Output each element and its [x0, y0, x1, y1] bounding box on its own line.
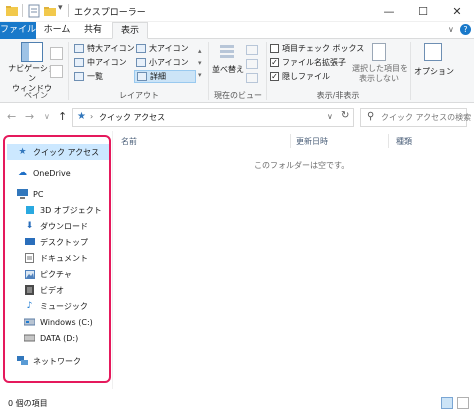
search-box[interactable]: ⚲ クイック アクセスの検索 — [360, 108, 471, 127]
file-extensions-toggle[interactable]: ✓ ファイル名拡張子 — [270, 57, 346, 68]
empty-folder-message: このフォルダーは空です。 — [254, 161, 350, 170]
navigation-pane-button[interactable]: ナビゲーション ウィンドウ — [8, 42, 56, 93]
item-count: 0 個の項目 — [8, 399, 48, 408]
details-view-icon[interactable] — [441, 397, 453, 409]
nav-pane-label-1: ナビゲーション — [8, 64, 56, 83]
group-by-icon[interactable] — [246, 45, 258, 55]
size-columns-icon[interactable] — [246, 73, 258, 83]
refresh-icon[interactable]: ↻ — [341, 110, 349, 121]
navigation-bar: ← → ∨ ↑ ★ › クイック アクセス ∨ ↻ ⚲ クイック アクセスの検索 — [0, 104, 474, 130]
layout-label: 詳細 — [150, 72, 166, 81]
list-icon — [74, 72, 84, 81]
layout-label: 一覧 — [87, 72, 103, 81]
sort-by-button[interactable]: 並べ替え — [212, 43, 244, 83]
search-icon: ⚲ — [367, 111, 375, 122]
status-bar: 0 個の項目 — [0, 395, 474, 411]
file-extensions-label: ファイル名拡張子 — [282, 58, 346, 67]
sort-icon — [218, 43, 236, 61]
layout-label: 中アイコン — [87, 58, 127, 67]
layout-large-icons[interactable]: 大アイコン — [136, 43, 189, 54]
tab-share[interactable]: 共有 — [78, 22, 108, 39]
divider — [22, 4, 23, 17]
title-bar: ▾ エクスプローラー — ☐ ✕ — [0, 0, 474, 22]
forward-arrow-icon[interactable]: → — [25, 110, 34, 123]
quick-access-toolbar-dropdown-icon[interactable]: ▾ — [58, 3, 63, 13]
options-button[interactable]: オプション — [414, 43, 454, 83]
window-title: エクスプローラー — [74, 8, 146, 18]
group-label-pane: ペイン — [24, 91, 48, 100]
search-placeholder: クイック アクセスの検索 — [381, 113, 472, 122]
sort-label: 並べ替え — [212, 65, 244, 74]
group-label-show-hide: 表示/非表示 — [316, 91, 360, 100]
breadcrumb-separator-icon: › — [90, 112, 94, 121]
address-text: クイック アクセス — [99, 113, 166, 122]
hidden-files-toggle[interactable]: ✓ 隠しファイル — [270, 71, 330, 82]
navigation-pane-highlight — [3, 135, 111, 383]
layout-label: 小アイコン — [149, 58, 189, 67]
file-extensions-checkbox[interactable]: ✓ — [270, 58, 279, 67]
layout-list[interactable]: 一覧 — [74, 71, 103, 82]
group-separator — [68, 42, 69, 100]
column-header-name[interactable]: 名前 — [121, 134, 137, 149]
up-arrow-icon[interactable]: ↑ — [58, 110, 67, 123]
medium-icons-icon — [74, 58, 84, 67]
minimize-button[interactable]: — — [372, 0, 406, 22]
layout-medium-icons[interactable]: 中アイコン — [74, 57, 127, 68]
options-icon — [424, 43, 442, 61]
layout-details[interactable]: 詳細 — [134, 70, 196, 83]
properties-icon[interactable] — [27, 4, 41, 18]
layout-label: 特大アイコン — [87, 44, 135, 53]
recent-locations-icon[interactable]: ∨ — [44, 112, 50, 121]
layout-scroll-icon[interactable]: ▴ ▾ ▾ — [198, 45, 202, 81]
hide-selected-icon — [372, 43, 386, 61]
group-separator — [410, 42, 411, 100]
column-divider — [388, 134, 389, 148]
layout-extra-large-icons[interactable]: 特大アイコン — [74, 43, 135, 54]
large-icons-icon — [136, 44, 146, 53]
ribbon: ナビゲーション ウィンドウ ペイン 特大アイコン 大アイコン 中アイコン 小アイ… — [0, 39, 474, 103]
group-label-layout: レイアウト — [119, 91, 159, 100]
address-bar[interactable]: ★ › クイック アクセス ∨ ↻ — [72, 108, 354, 127]
group-separator — [208, 42, 209, 100]
tab-view[interactable]: 表示 — [112, 22, 148, 39]
layout-gallery: 特大アイコン 大アイコン 中アイコン 小アイコン 一覧 詳細 ▴ ▾ ▾ — [74, 43, 204, 85]
column-header-type[interactable]: 種類 — [396, 134, 412, 149]
preview-pane-icon[interactable] — [50, 47, 63, 60]
item-checkboxes-checkbox[interactable] — [270, 44, 279, 53]
new-folder-icon[interactable] — [43, 4, 57, 18]
tab-file[interactable]: ファイル — [0, 22, 36, 39]
extra-large-icons-icon — [74, 44, 84, 53]
navigation-pane-icon — [21, 42, 43, 62]
pane-divider — [112, 131, 113, 389]
layout-small-icons[interactable]: 小アイコン — [136, 57, 189, 68]
details-pane-icon[interactable] — [50, 65, 63, 78]
tab-home[interactable]: ホーム — [40, 22, 74, 39]
add-columns-icon[interactable] — [246, 59, 258, 69]
hidden-files-checkbox[interactable]: ✓ — [270, 72, 279, 81]
hidden-files-label: 隠しファイル — [282, 72, 330, 81]
details-icon — [137, 72, 147, 81]
help-icon[interactable]: ? — [460, 24, 471, 35]
column-divider — [290, 134, 291, 148]
divider — [68, 4, 69, 17]
back-arrow-icon[interactable]: ← — [7, 110, 16, 123]
star-icon: ★ — [77, 111, 86, 122]
maximize-button[interactable]: ☐ — [406, 0, 440, 22]
item-checkboxes-toggle[interactable]: 項目チェック ボックス — [270, 43, 364, 54]
ribbon-tabs: ファイル ホーム 共有 表示 ∨ ? — [0, 22, 474, 39]
address-dropdown-icon[interactable]: ∨ — [327, 112, 333, 121]
options-label: オプション — [414, 67, 454, 76]
group-separator — [266, 42, 267, 100]
close-button[interactable]: ✕ — [440, 0, 474, 22]
group-label-current-view: 現在のビュー — [214, 91, 262, 100]
small-icons-icon — [136, 58, 146, 67]
column-header-date[interactable]: 更新日時 — [296, 134, 328, 149]
folder-icon — [5, 4, 19, 18]
hide-selected-items-button[interactable]: 選択した項目を 表示しない — [352, 43, 408, 87]
hide-selected-label-1: 選択した項目を — [352, 64, 408, 73]
layout-label: 大アイコン — [149, 44, 189, 53]
hide-selected-label-2: 表示しない — [359, 74, 399, 83]
large-icons-view-icon[interactable] — [457, 397, 469, 409]
collapse-ribbon-icon[interactable]: ∨ — [448, 25, 454, 34]
